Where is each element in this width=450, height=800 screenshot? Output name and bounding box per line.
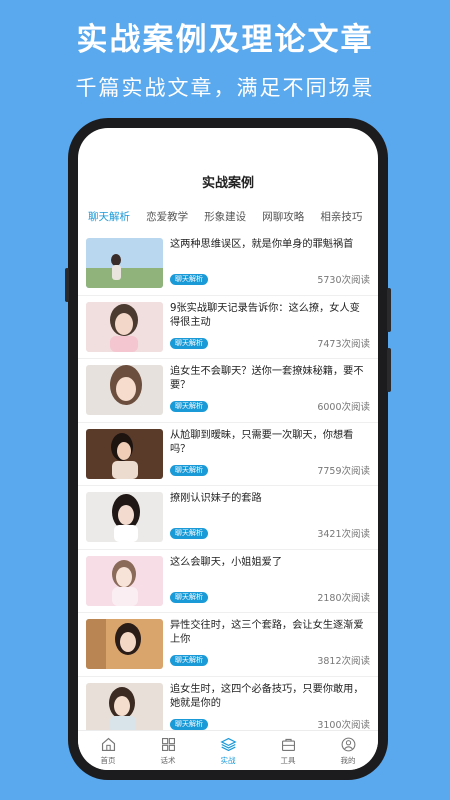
article-list: 这两种思维误区，就是你单身的罪魁祸首 聊天解析 5730次阅读 9张实战聊天记录… — [78, 232, 378, 740]
tabbar-home[interactable]: 首页 — [78, 731, 138, 770]
tab-love-teaching[interactable]: 恋爱教学 — [146, 208, 188, 229]
read-count: 3421次阅读 — [317, 529, 370, 540]
article-title: 异性交往时，这三个套路，会让女生逐渐爱上你 — [170, 620, 364, 645]
category-badge: 聊天解析 — [170, 401, 208, 412]
phone-frame: 实战案例 聊天解析 恋爱教学 形象建设 网聊攻略 相亲技巧 约 这 — [65, 118, 391, 780]
tabbar-scripts[interactable]: 话术 — [138, 731, 198, 770]
read-count: 3100次阅读 — [317, 719, 370, 731]
phone-side-button — [387, 288, 391, 332]
tabbar-practice[interactable]: 实战 — [198, 731, 258, 770]
page-title: 实战案例 — [201, 176, 254, 191]
tab-image-building[interactable]: 形象建设 — [204, 208, 246, 229]
read-count: 2180次阅读 — [317, 592, 370, 604]
tabbar-label: 首页 — [100, 755, 116, 765]
article-title: 9张实战聊天记录告诉你：这么撩，女人变得很主动 — [170, 302, 360, 328]
read-count: 7473次阅读 — [317, 338, 370, 350]
bottom-tab-bar: 首页 话术 实战 工具 我的 — [78, 730, 378, 770]
tabbar-label: 我的 — [340, 755, 356, 765]
tabbar-tools[interactable]: 工具 — [258, 731, 318, 770]
article-title: 追女生不会聊天？送你一套撩妹秘籍，要不要？ — [170, 366, 364, 391]
tabbar-label: 话术 — [160, 755, 176, 765]
article-thumbnail — [86, 492, 163, 542]
list-item[interactable]: 追女生不会聊天？送你一套撩妹秘籍，要不要？ 聊天解析 6000次阅读 — [78, 359, 378, 423]
read-count: 6000次阅读 — [317, 402, 370, 413]
list-item[interactable]: 这么会聊天，小姐姐爱了 聊天解析 2180次阅读 — [78, 550, 378, 613]
tab-blind-date[interactable]: 相亲技巧 — [320, 208, 362, 229]
read-count: 3812次阅读 — [317, 656, 370, 667]
grid-icon — [161, 737, 175, 751]
phone-side-button — [65, 268, 69, 302]
article-title: 撩刚认识妹子的套路 — [170, 493, 262, 504]
article-thumbnail — [86, 428, 163, 479]
toolbox-icon — [281, 738, 295, 751]
article-title: 从尬聊到暧昧，只需要一次聊天，你想看吗？ — [170, 429, 354, 455]
tabbar-label: 实战 — [220, 755, 236, 765]
user-icon — [341, 737, 355, 751]
list-item[interactable]: 异性交往时，这三个套路，会让女生逐渐爱上你 聊天解析 3812次阅读 — [78, 613, 378, 677]
phone-side-button — [387, 348, 391, 392]
category-badge: 聊天解析 — [170, 718, 208, 730]
promo-subtitle: 千篇实战文章，满足不同场景 — [75, 76, 375, 100]
tab-chat-analysis[interactable]: 聊天解析 — [88, 208, 130, 229]
tab-online-chat[interactable]: 网聊攻略 — [262, 208, 304, 229]
category-badge: 聊天解析 — [170, 591, 208, 603]
category-badge: 聊天解析 — [170, 655, 208, 666]
tabbar-profile[interactable]: 我的 — [318, 731, 378, 770]
layers-icon — [219, 737, 237, 751]
article-thumbnail — [86, 619, 163, 669]
list-item[interactable]: 9张实战聊天记录告诉你：这么撩，女人变得很主动 聊天解析 7473次阅读 — [78, 296, 378, 359]
article-thumbnail — [86, 555, 163, 606]
list-item[interactable]: 撩刚认识妹子的套路 聊天解析 3421次阅读 — [78, 486, 378, 550]
app-screen: 实战案例 聊天解析 恋爱教学 形象建设 网聊攻略 相亲技巧 约 这 — [78, 128, 378, 770]
tabbar-label: 工具 — [280, 755, 296, 765]
category-badge: 聊天解析 — [170, 464, 208, 476]
category-tabs: 聊天解析 恋爱教学 形象建设 网聊攻略 相亲技巧 约 — [88, 205, 378, 229]
home-icon — [101, 737, 115, 751]
article-thumbnail — [86, 365, 163, 415]
read-count: 7759次阅读 — [317, 465, 370, 477]
category-badge: 聊天解析 — [170, 274, 208, 285]
promo-title: 实战案例及理论文章 — [76, 22, 374, 58]
article-thumbnail — [86, 682, 163, 733]
article-title: 追女生时，这四个必备技巧，只要你敢用，她就是你的 — [170, 683, 364, 709]
read-count: 5730次阅读 — [317, 275, 370, 286]
category-badge: 聊天解析 — [170, 528, 208, 539]
article-title: 这么会聊天，小姐姐爱了 — [170, 556, 283, 568]
list-item[interactable]: 从尬聊到暧昧，只需要一次聊天，你想看吗？ 聊天解析 7759次阅读 — [78, 423, 378, 486]
category-badge: 聊天解析 — [170, 337, 208, 349]
article-title: 这两种思维误区，就是你单身的罪魁祸首 — [170, 239, 354, 250]
article-thumbnail — [86, 301, 163, 352]
article-thumbnail — [86, 238, 163, 288]
list-item[interactable]: 这两种思维误区，就是你单身的罪魁祸首 聊天解析 5730次阅读 — [78, 232, 378, 296]
